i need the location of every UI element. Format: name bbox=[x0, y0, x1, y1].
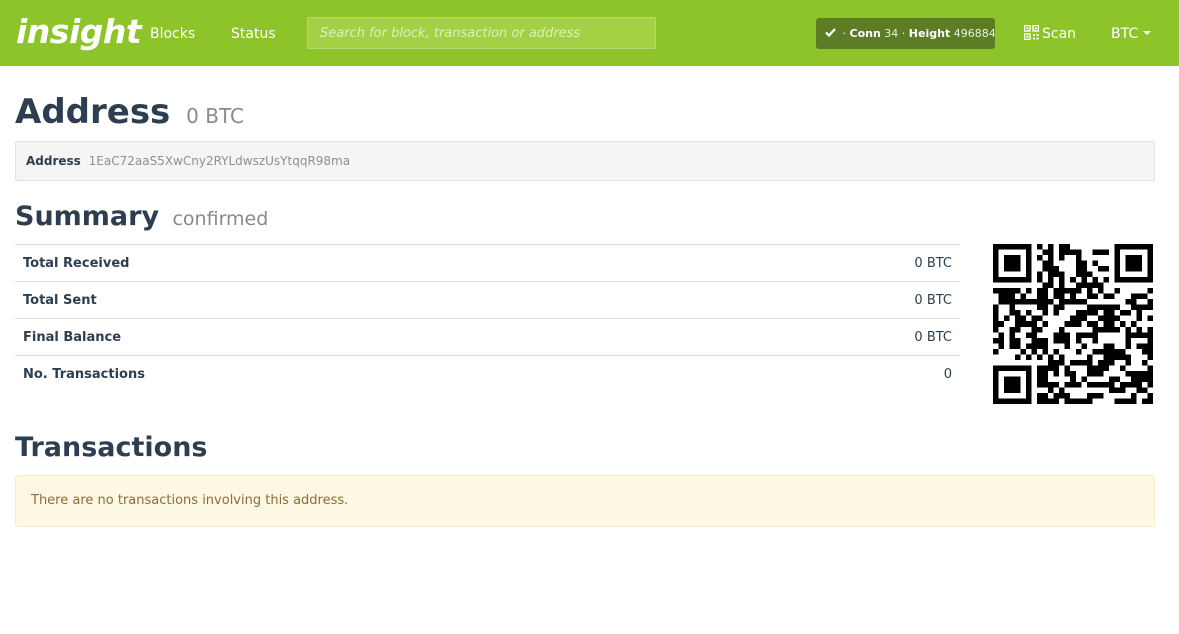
scan-button[interactable]: Scan bbox=[1023, 24, 1077, 46]
height-label: Height bbox=[908, 27, 951, 40]
num-transactions-label: No. Transactions bbox=[15, 355, 696, 392]
caret-down-icon bbox=[1143, 31, 1152, 35]
summary-table: Total Received 0 BTC Total Sent 0 BTC Fi… bbox=[15, 244, 960, 392]
qrcode-icon bbox=[1023, 24, 1040, 46]
table-row: Total Received 0 BTC bbox=[15, 244, 960, 282]
connection-status-badge[interactable]: · Conn 34 · Height 496884 bbox=[816, 18, 996, 49]
final-balance-label: Final Balance bbox=[15, 318, 696, 356]
nav-link-blocks[interactable]: Blocks bbox=[150, 24, 195, 44]
final-balance-value: 0 BTC bbox=[695, 318, 960, 356]
table-row: Total Sent 0 BTC bbox=[15, 281, 960, 319]
top-navbar: insight Blocks Status · Conn 34 · Height… bbox=[0, 0, 1179, 66]
conn-label: Conn bbox=[849, 27, 881, 40]
summary-subtitle: confirmed bbox=[172, 208, 269, 230]
search-input[interactable] bbox=[307, 17, 656, 49]
total-sent-value: 0 BTC bbox=[695, 281, 960, 319]
num-transactions-value: 0 bbox=[695, 355, 960, 392]
height-value: 496884 bbox=[953, 27, 996, 40]
summary-heading: Summary confirmed bbox=[15, 199, 268, 237]
address-hash[interactable]: 1EaC72aaS5XwCny2RYLdwszUsYtqqR98ma bbox=[89, 154, 350, 168]
summary-title: Summary bbox=[15, 201, 160, 232]
checkmark-icon bbox=[825, 18, 839, 49]
total-sent-label: Total Sent bbox=[15, 281, 696, 319]
address-label: Address bbox=[26, 154, 81, 168]
transactions-heading: Transactions bbox=[15, 432, 208, 463]
scan-label: Scan bbox=[1042, 26, 1077, 42]
no-transactions-alert: There are no transactions involving this… bbox=[15, 475, 1155, 527]
conn-value: 34 bbox=[884, 27, 899, 40]
nav-link-status[interactable]: Status bbox=[231, 24, 276, 44]
page-title-text: Address bbox=[15, 92, 171, 132]
insight-logo[interactable]: insight bbox=[16, 12, 142, 52]
address-well: Address 1EaC72aaS5XwCny2RYLdwszUsYtqqR98… bbox=[15, 141, 1155, 181]
total-received-label: Total Received bbox=[15, 244, 696, 282]
currency-label: BTC bbox=[1111, 26, 1139, 42]
total-received-value: 0 BTC bbox=[695, 244, 960, 282]
address-qr-code bbox=[993, 244, 1153, 404]
table-row: No. Transactions 0 bbox=[15, 355, 960, 392]
currency-dropdown[interactable]: BTC bbox=[1111, 24, 1152, 44]
page-title: Address 0 BTC bbox=[15, 92, 244, 136]
table-row: Final Balance 0 BTC bbox=[15, 318, 960, 356]
address-balance: 0 BTC bbox=[186, 104, 244, 128]
